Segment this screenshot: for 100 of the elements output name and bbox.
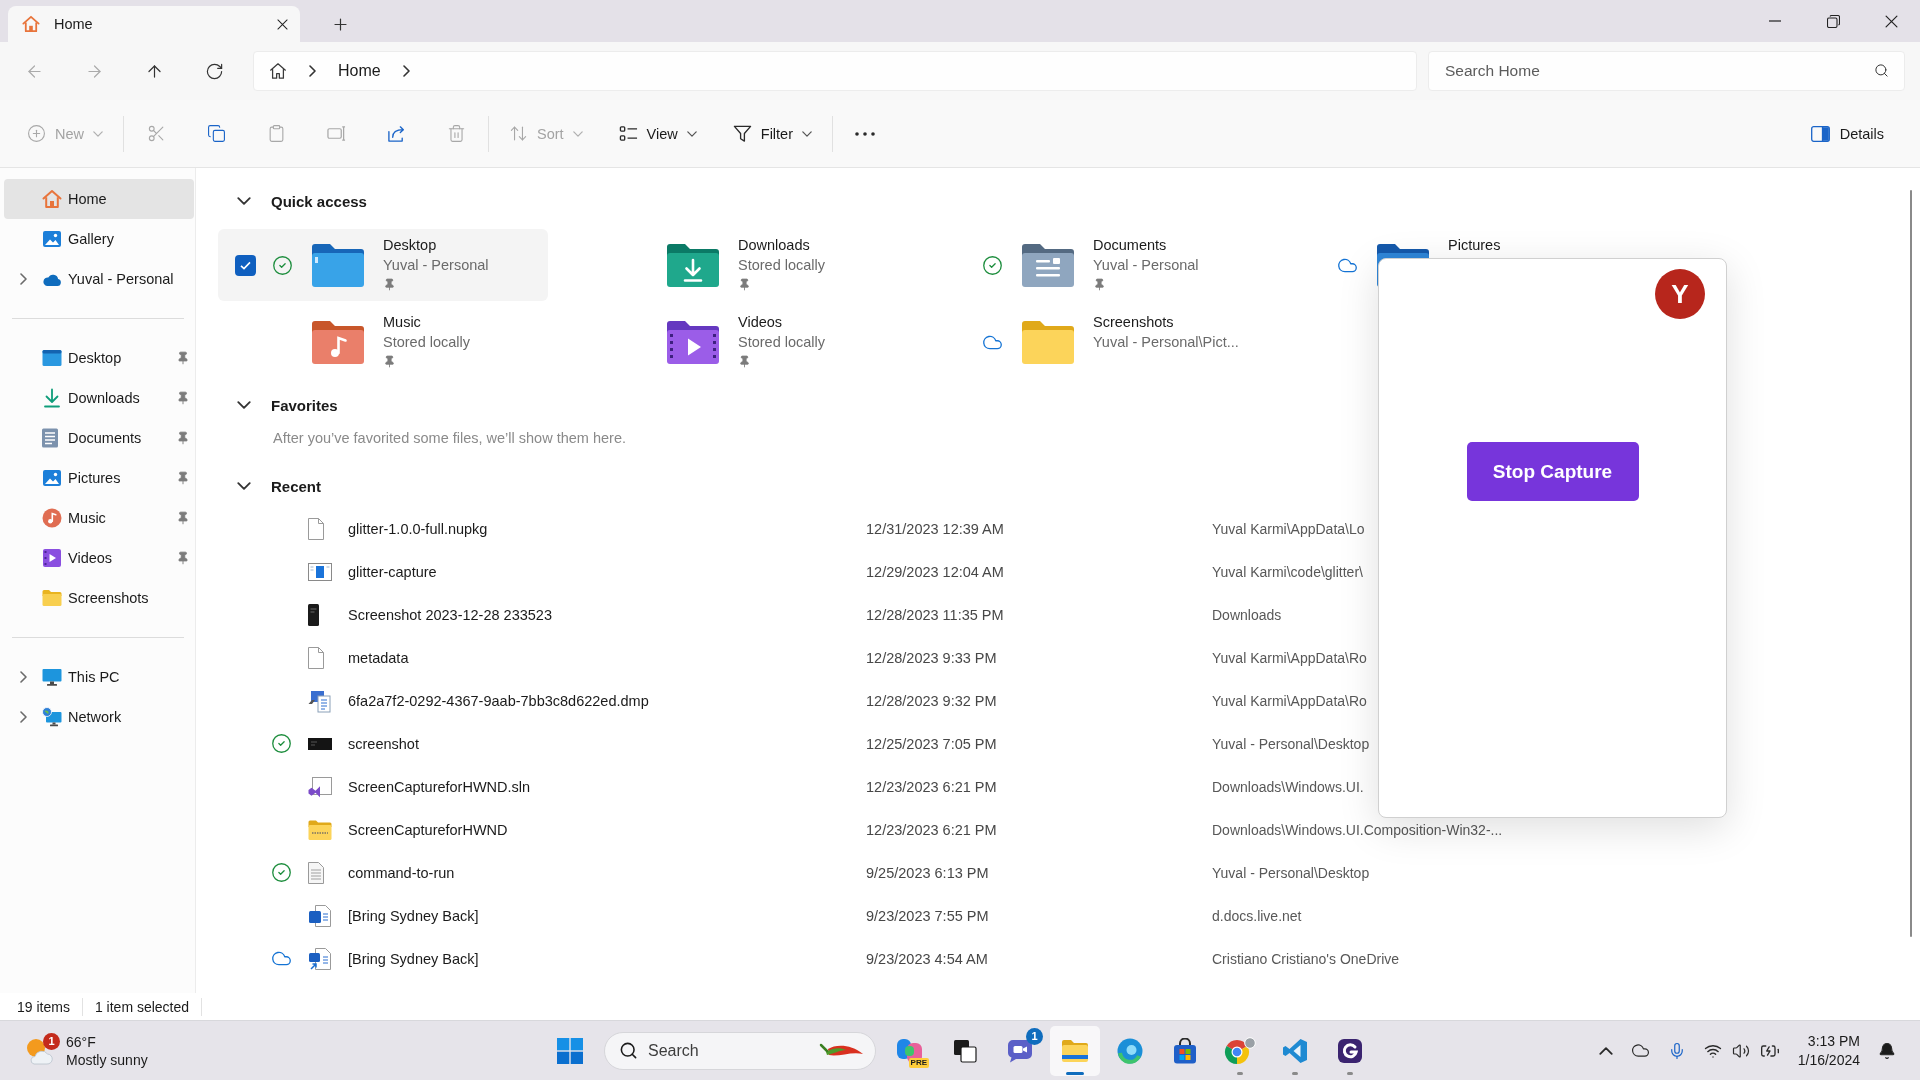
file-row[interactable]: ScreenCaptureforHWND 12/23/2023 6:21 PM Downloads\Windows.UI.Composition-Win32-...: [218, 808, 1920, 851]
download-arrow-icon: [42, 388, 62, 408]
sidebar-item[interactable]: Home: [4, 179, 194, 219]
file-row[interactable]: screenshot 12/25/2023 7:05 PM Yuval - Personal\Desktop: [218, 722, 1920, 765]
stop-capture-button[interactable]: Stop Capture: [1466, 442, 1639, 501]
taskbar-search[interactable]: Search: [604, 1031, 876, 1070]
sidebar-item[interactable]: Music: [4, 498, 194, 538]
folder-name[interactable]: Screenshots: [1093, 312, 1174, 332]
location-cell: Yuval - Personal\Desktop: [1212, 864, 1370, 881]
taskbar-app-button[interactable]: PRE: [885, 1025, 935, 1076]
cloud-icon[interactable]: [1630, 1041, 1650, 1060]
file-row[interactable]: Screenshot 2023-12-28 233523 12/28/2023 11:35 PM Downloads: [218, 593, 1920, 636]
sidebar-item[interactable]: Desktop: [4, 338, 194, 378]
quick-access-item[interactable]: Desktop Yuval - Personal: [218, 229, 548, 301]
file-row[interactable]: 6fa2a7f2-0292-4367-9aab-7bb3c8d622ed.dmp 12/28/2023 9:32 PM Yuval Karmi\AppData\Ro: [218, 679, 1920, 722]
sidebar-item[interactable]: Gallery: [4, 219, 194, 259]
details-button[interactable]: Details: [1802, 113, 1892, 154]
file-row[interactable]: metadata 12/28/2023 9:33 PM Yuval Karmi\AppData\Ro: [218, 636, 1920, 679]
file-name[interactable]: command-to-run: [348, 864, 455, 881]
file-name[interactable]: ScreenCaptureforHWND.sln: [348, 778, 531, 795]
item-count: 19 items: [17, 998, 70, 1015]
clock-time[interactable]: 3:13 PM: [1807, 1031, 1860, 1051]
weather-condition[interactable]: Mostly sunny: [66, 1050, 148, 1069]
folder-icon: [42, 590, 62, 606]
location-cell: Yuval Karmi\AppData\Ro: [1212, 649, 1367, 666]
document-icon: [308, 903, 332, 928]
sidebar-item[interactable]: Network: [4, 697, 194, 737]
location-cell: Downloads: [1212, 606, 1282, 623]
avatar-initial: Y: [1655, 269, 1705, 319]
file-row[interactable]: [Bring Sydney Back] 9/23/2023 4:54 AM Cristiano Cristiano's OneDrive: [218, 937, 1920, 980]
music-folder-icon: [311, 320, 365, 364]
file-row[interactable]: command-to-run 9/25/2023 6:13 PM Yuval - Personal\Desktop: [218, 851, 1920, 894]
tab[interactable]: Home: [8, 6, 300, 42]
folder-name[interactable]: Downloads: [738, 235, 810, 255]
file-name[interactable]: [Bring Sydney Back]: [348, 950, 479, 967]
file-row[interactable]: [Bring Sydney Back] 9/23/2023 7:55 PM d.docs.live.net: [218, 894, 1920, 937]
location-cell: Downloads\Windows.UI.Composition-Win32-...: [1212, 821, 1503, 838]
monitor-icon: [42, 667, 62, 687]
folder-location: Stored locally: [738, 333, 826, 352]
folder-name[interactable]: Videos: [738, 312, 783, 332]
file-row[interactable]: glitter-capture 12/29/2023 12:04 AM Yuval Karmi\code\glitter\: [218, 550, 1920, 593]
location-cell: Yuval Karmi\code\glitter\: [1212, 563, 1363, 580]
sidebar-item[interactable]: This PC: [4, 657, 194, 697]
view-button[interactable]: View: [610, 113, 705, 154]
chevron-up-icon[interactable]: [1598, 1046, 1613, 1055]
date-cell: 9/25/2023 6:13 PM: [866, 864, 989, 881]
date-cell: 9/23/2023 4:54 AM: [866, 950, 988, 967]
file-name[interactable]: glitter-1.0.0-full.nupkg: [348, 520, 488, 537]
text-file-icon: [308, 861, 324, 884]
swirl-circle-icon: [1117, 1037, 1143, 1064]
file-name[interactable]: ScreenCaptureforHWND: [348, 821, 508, 838]
quick-access-item[interactable]: Screenshots Yuval - Personal\Pict...: [928, 306, 1258, 378]
desktop-icon: [42, 350, 62, 366]
quick-access-item[interactable]: Videos Stored locally: [573, 306, 903, 378]
sidebar-item[interactable]: Pictures: [4, 458, 194, 498]
document-icon: [42, 428, 58, 448]
file-name[interactable]: glitter-capture: [348, 563, 437, 580]
folder-icon: [1061, 1038, 1089, 1063]
file-name[interactable]: Screenshot 2023-12-28 233523: [348, 606, 552, 623]
sidebar-item[interactable]: Yuval - Personal: [4, 259, 194, 299]
checkbox[interactable]: [235, 254, 256, 276]
folder-name[interactable]: Pictures: [1448, 235, 1501, 255]
chevron-right-icon[interactable]: [402, 65, 410, 77]
video-chat-icon: [1007, 1038, 1033, 1063]
file-row[interactable]: ScreenCaptureforHWND.sln 12/23/2023 6:21 PM Downloads\Windows.UI.: [218, 765, 1920, 808]
taskbar-app-button[interactable]: 1: [995, 1025, 1045, 1076]
section-header[interactable]: Recent: [218, 471, 322, 501]
quick-access-item[interactable]: Music Stored locally: [218, 306, 548, 378]
file-row[interactable]: glitter-1.0.0-full.nupkg 12/31/2023 12:39 AM Yuval Karmi\AppData\Lo: [218, 507, 1920, 550]
chevron-right-icon[interactable]: [309, 65, 316, 77]
section-header[interactable]: Favorites: [218, 390, 338, 420]
filter-button[interactable]: Filter: [724, 113, 820, 154]
folder-name[interactable]: Music: [383, 312, 421, 332]
volume-icon[interactable]: [1731, 1041, 1750, 1060]
scrollbar-thumb[interactable]: [1910, 190, 1912, 937]
sidebar-item[interactable]: Videos: [4, 538, 194, 578]
sidebar-item[interactable]: Downloads: [4, 378, 194, 418]
clock-date[interactable]: 1/16/2024: [1797, 1050, 1860, 1070]
blank-file-icon: [308, 517, 324, 540]
folder-name[interactable]: Desktop: [383, 235, 437, 255]
date-cell: 12/29/2023 12:04 AM: [866, 563, 1004, 580]
quick-access-item[interactable]: Documents Yuval - Personal: [928, 229, 1258, 301]
window-file-icon: [308, 774, 332, 799]
search-field[interactable]: Search Home: [1428, 51, 1905, 91]
folder-name[interactable]: Documents: [1093, 235, 1167, 255]
sidebar-item[interactable]: Screenshots: [4, 578, 194, 618]
bell-icon[interactable]: [1878, 1041, 1896, 1060]
file-name[interactable]: metadata: [348, 649, 409, 666]
address-bar[interactable]: Home: [253, 51, 1417, 91]
file-name[interactable]: 6fa2a7f2-0292-4367-9aab-7bb3c8d622ed.dmp: [348, 692, 649, 709]
quick-access-item[interactable]: Downloads Stored locally: [573, 229, 903, 301]
video-folder-icon: [666, 320, 720, 364]
temperature-text[interactable]: 66°F: [66, 1032, 96, 1051]
section-header[interactable]: Quick access: [218, 186, 367, 216]
breadcrumb[interactable]: Home: [338, 62, 381, 80]
file-name[interactable]: [Bring Sydney Back]: [348, 907, 479, 924]
sidebar-item[interactable]: Documents: [4, 418, 194, 458]
file-name[interactable]: screenshot: [348, 735, 419, 752]
sun-cloud-icon[interactable]: [24, 1036, 54, 1065]
picture-icon: [42, 468, 62, 488]
